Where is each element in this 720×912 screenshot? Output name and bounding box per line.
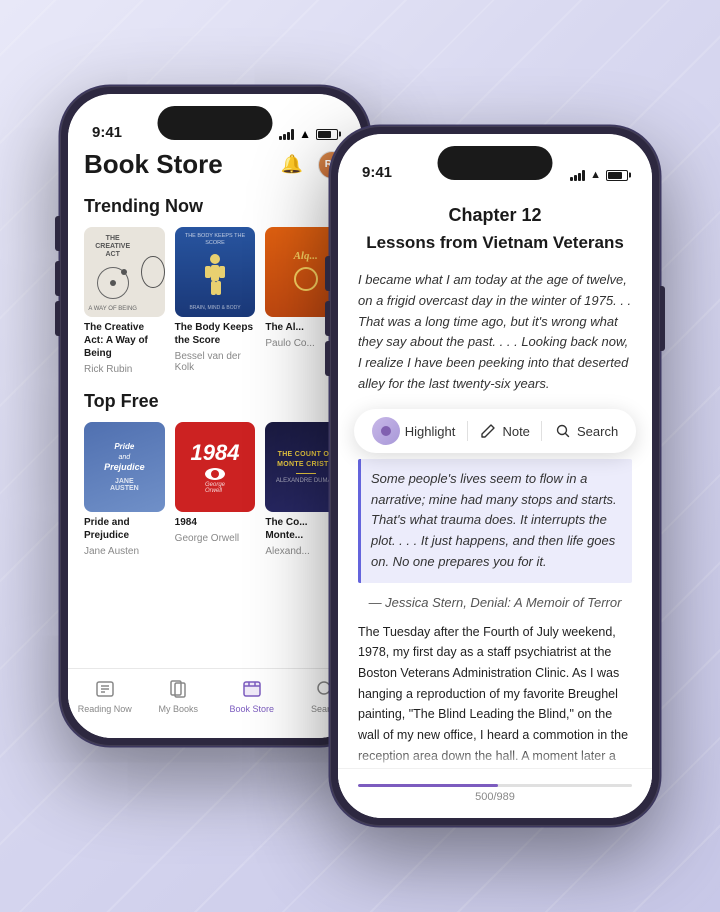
highlight-label: Highlight	[405, 424, 456, 439]
reader-screen-inner: 9:41 ▲	[338, 134, 652, 818]
page-progress: 500/989	[338, 768, 652, 818]
tab-bar-back: Reading Now My Books	[68, 668, 362, 738]
list-item[interactable]: Pride and Prejudice JANE AUSTEN Pride an…	[84, 422, 165, 557]
trending-section-header: Trending Now All	[84, 196, 346, 217]
book-title: The Creative Act: A Way of Being	[84, 321, 165, 360]
search-button[interactable]: Search	[554, 422, 618, 440]
list-item[interactable]: THE BODY KEEPS THE SCORE	[175, 227, 256, 375]
toolbar-divider-2	[541, 421, 542, 441]
highlighted-quote: Some people's lives seem to flow in a na…	[358, 459, 632, 583]
reading-now-icon	[93, 677, 117, 701]
bookstore-title: Book Store	[84, 149, 223, 180]
reader-content: Chapter 12 Lessons from Vietnam Veterans…	[338, 189, 652, 768]
book-author: George Orwell	[175, 533, 256, 544]
chapter-title: Lessons from Vietnam Veterans	[358, 232, 632, 254]
quote-text: Some people's lives seem to flow in a na…	[371, 471, 617, 569]
bookstore-screen: 9:41 ▲	[68, 94, 362, 738]
status-time-front: 9:41	[362, 164, 392, 181]
bookstore-header: Book Store 🔔 RK	[84, 149, 346, 180]
note-button[interactable]: Note	[479, 422, 529, 440]
bell-icon[interactable]: 🔔	[278, 151, 306, 179]
book-cover-body: THE BODY KEEPS THE SCORE	[175, 227, 256, 317]
reader-toolbar: Highlight Note	[354, 409, 636, 453]
book-author: Rick Rubin	[84, 364, 165, 375]
trending-title: Trending Now	[84, 196, 203, 217]
fade-overlay	[338, 748, 652, 768]
tab-my-books[interactable]: My Books	[142, 677, 216, 714]
dynamic-island-back	[158, 106, 273, 140]
list-item[interactable]: THE CREATIVE ACT A WAY OF BEING The Crea…	[84, 227, 165, 375]
note-label: Note	[502, 424, 529, 439]
trending-books-row: THE CREATIVE ACT A WAY OF BEING The Crea…	[84, 227, 346, 375]
battery-icon-back	[316, 129, 338, 140]
my-books-icon	[166, 677, 190, 701]
quote-attribution: — Jessica Stern, Denial: A Memoir of Ter…	[338, 591, 652, 618]
highlight-button[interactable]: Highlight	[372, 417, 456, 445]
toolbar-divider-1	[467, 421, 468, 441]
tab-label-bookstore: Book Store	[229, 704, 274, 714]
reader-screen: 9:41 ▲	[338, 134, 652, 818]
chapter-number: Chapter 12	[358, 205, 632, 226]
progress-bar	[358, 784, 632, 787]
highlighted-section: Some people's lives seem to flow in a na…	[338, 459, 652, 583]
bookstore-content: Book Store 🔔 RK	[68, 149, 362, 668]
tab-label-mybooks: My Books	[158, 704, 198, 714]
search-label: Search	[577, 424, 618, 439]
wifi-icon-back: ▲	[299, 127, 311, 141]
status-icons-front: ▲	[570, 169, 628, 181]
top-free-title: Top Free	[84, 391, 159, 412]
book-cover-creative: THE CREATIVE ACT A WAY OF BEING	[84, 227, 165, 317]
tab-label-reading: Reading Now	[78, 704, 132, 714]
progress-fill	[358, 784, 498, 787]
signal-icon-back	[279, 129, 294, 140]
pencil-icon	[479, 422, 497, 440]
status-time-back: 9:41	[92, 124, 122, 141]
book-author: Bessel van der Kolk	[175, 351, 256, 373]
book-title: The Body Keeps the Score	[175, 321, 256, 347]
progress-text: 500/989	[475, 791, 515, 803]
book-cover-pride: Pride and Prejudice JANE AUSTEN	[84, 422, 165, 512]
bookstore-screen-inner: 9:41 ▲	[68, 94, 362, 738]
phone-front: 9:41 ▲	[330, 126, 660, 826]
top-free-section-header: Top Free	[84, 391, 346, 412]
signal-icon-front	[570, 170, 585, 181]
free-books-row: Pride and Prejudice JANE AUSTEN Pride an…	[84, 422, 346, 557]
book-store-icon	[240, 677, 264, 701]
dynamic-island-front	[438, 146, 553, 180]
highlight-icon	[372, 417, 400, 445]
chapter-header: Chapter 12 Lessons from Vietnam Veterans	[338, 189, 652, 262]
phone-back: 9:41 ▲	[60, 86, 370, 746]
opening-text: I became what I am today at the age of t…	[338, 262, 652, 403]
book-author: Jane Austen	[84, 546, 165, 557]
body-paragraph: The Tuesday after the Fourth of July wee…	[338, 618, 652, 768]
search-icon	[554, 422, 572, 440]
wifi-icon-front: ▲	[590, 169, 601, 181]
battery-icon-front	[606, 170, 628, 181]
tab-reading-now[interactable]: Reading Now	[68, 677, 142, 714]
tab-book-store[interactable]: Book Store	[215, 677, 289, 714]
status-icons-back: ▲	[279, 127, 338, 141]
list-item[interactable]: 1984 GeorgeOrwell 1984 George Orwell	[175, 422, 256, 557]
book-cover-1984: 1984 GeorgeOrwell	[175, 422, 256, 512]
book-title: Pride and Prejudice	[84, 516, 165, 542]
book-title: 1984	[175, 516, 256, 529]
